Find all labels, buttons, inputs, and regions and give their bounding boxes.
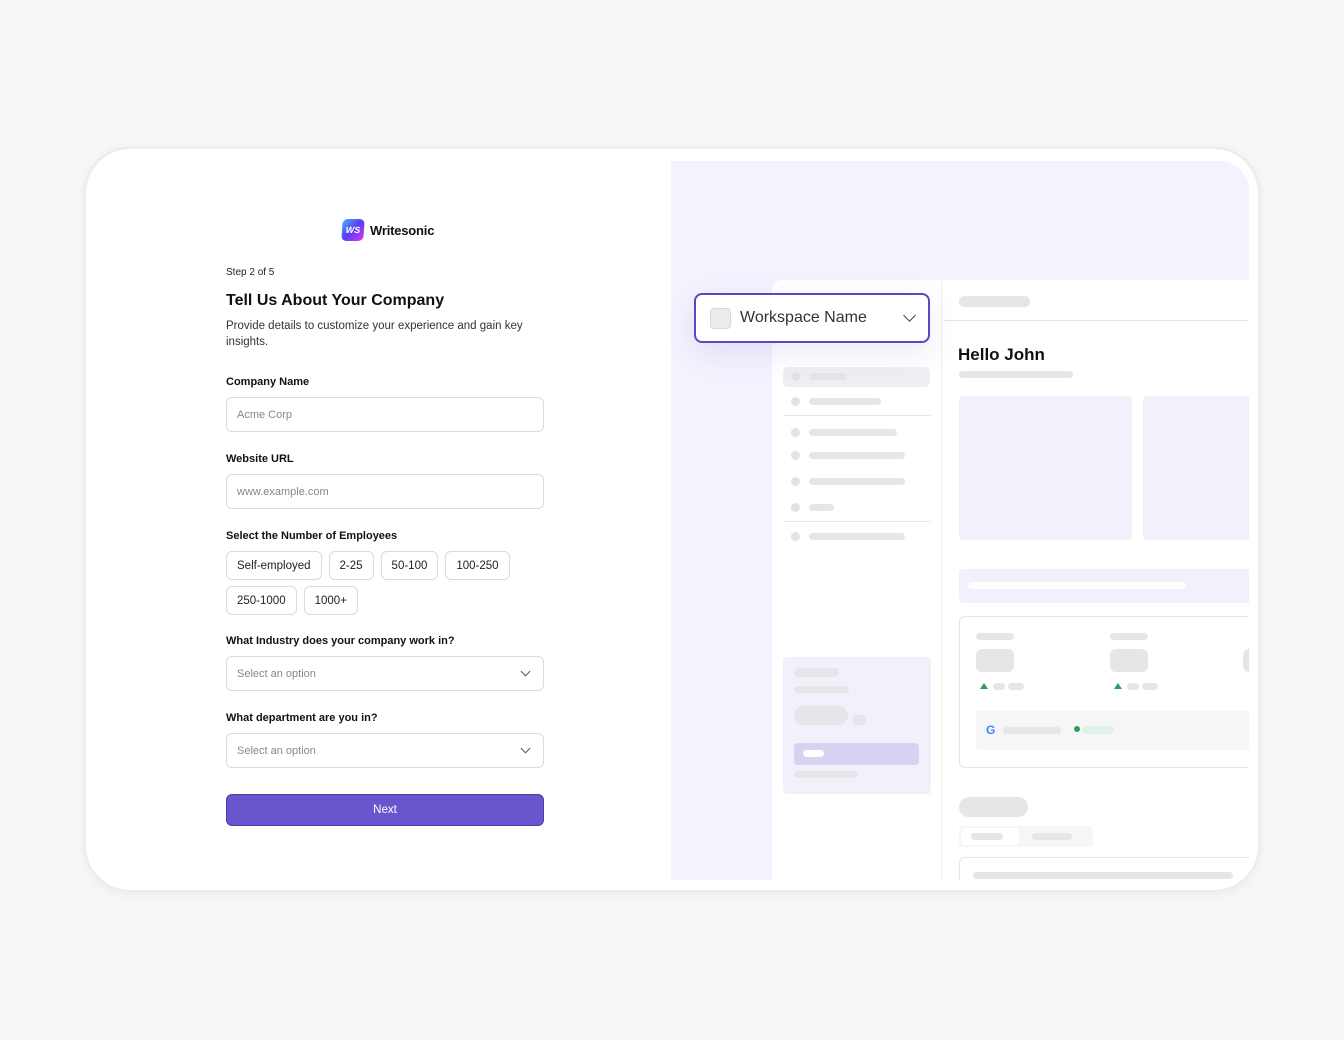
chevron-down-icon [903,309,916,322]
sidebar-dot [791,451,800,460]
sidebar-skeleton [809,533,905,540]
workspace-avatar [710,307,731,329]
sidebar-divider [783,415,931,416]
header-divider [943,320,1249,321]
page-subtitle: Provide details to customize your experi… [226,320,523,348]
upgrade-skeleton [794,668,839,677]
chevron-down-icon [520,743,531,754]
card-skeleton [1143,396,1249,540]
sidebar-skeleton [809,478,905,485]
google-icon: G [986,723,996,737]
workspace-name: Workspace Name [740,309,867,326]
sidebar-dot [791,477,800,486]
department-select[interactable]: Select an option [226,733,544,768]
company-name-label: Company Name [226,376,310,388]
employees-options-row-1: Self-employed 2-25 50-100 100-250 [226,551,510,580]
sidebar-skeleton [809,429,897,436]
upgrade-button-skeleton [794,743,919,765]
employees-option-2-25[interactable]: 2-25 [328,551,374,580]
employees-option-self-employed[interactable]: Self-employed [226,551,322,580]
greeting-title: Hello John [958,345,1045,364]
company-name-input[interactable] [226,397,544,432]
industry-select-placeholder: Select an option [237,667,316,680]
app-preview: G [671,161,1249,880]
employees-option-250-1000[interactable]: 250-1000 [226,586,297,615]
industry-select[interactable]: Select an option [226,656,544,691]
department-select-placeholder: Select an option [237,744,316,757]
sidebar-dot [791,372,800,381]
employees-option-50-100[interactable]: 50-100 [380,551,439,580]
search-row-skeleton: G [976,711,1249,750]
sidebar-dot [791,503,800,512]
header-skeleton [959,296,1030,307]
employees-label: Select the Number of Employees [226,530,398,542]
employees-option-1000-plus[interactable]: 1000+ [303,586,358,615]
website-url-label: Website URL [226,453,294,465]
next-button[interactable]: Next [226,794,544,826]
upgrade-skeleton [794,686,849,693]
table-skeleton [959,857,1249,880]
sidebar-skeleton [809,504,834,511]
step-indicator: Step 2 of 5 [226,267,275,278]
onboarding-card: WS Writesonic Step 2 of 5 Tell Us About … [84,147,1260,892]
section-title-skeleton [959,797,1028,817]
industry-label: What Industry does your company work in? [226,635,455,647]
sidebar-dot [791,532,800,541]
department-label: What department are you in? [226,712,378,724]
employees-options-row-2: 250-1000 1000+ [226,586,358,615]
page-title: Tell Us About Your Company [226,292,445,309]
sidebar-upgrade-card [783,657,931,794]
workspace-dropdown[interactable]: Workspace Name [694,293,930,343]
sidebar-dot [791,428,800,437]
website-url-input[interactable] [226,474,544,509]
banner-skeleton [959,569,1249,603]
card-skeleton [959,396,1132,540]
tabs-skeleton [959,826,1093,847]
upgrade-skeleton [794,706,848,725]
sidebar-item-active [783,367,930,387]
writesonic-logo-icon: WS [341,219,365,241]
upgrade-skeleton [794,771,858,778]
stats-card-skeleton: G [959,616,1249,768]
chevron-down-icon [520,666,531,677]
upgrade-skeleton [852,715,867,725]
sidebar-skeleton [809,398,881,405]
brand-name: Writesonic [370,222,435,238]
greeting-subtext-skeleton [959,371,1073,378]
brand-logo: WS Writesonic [341,219,435,241]
app-preview-window: G [772,280,1249,880]
sidebar-divider [783,521,931,522]
employees-option-100-250[interactable]: 100-250 [445,551,510,580]
sidebar-skeleton [809,452,905,459]
sidebar-skeleton [809,373,847,380]
sidebar-dot [791,397,800,406]
app-preview-sidebar [772,280,942,880]
